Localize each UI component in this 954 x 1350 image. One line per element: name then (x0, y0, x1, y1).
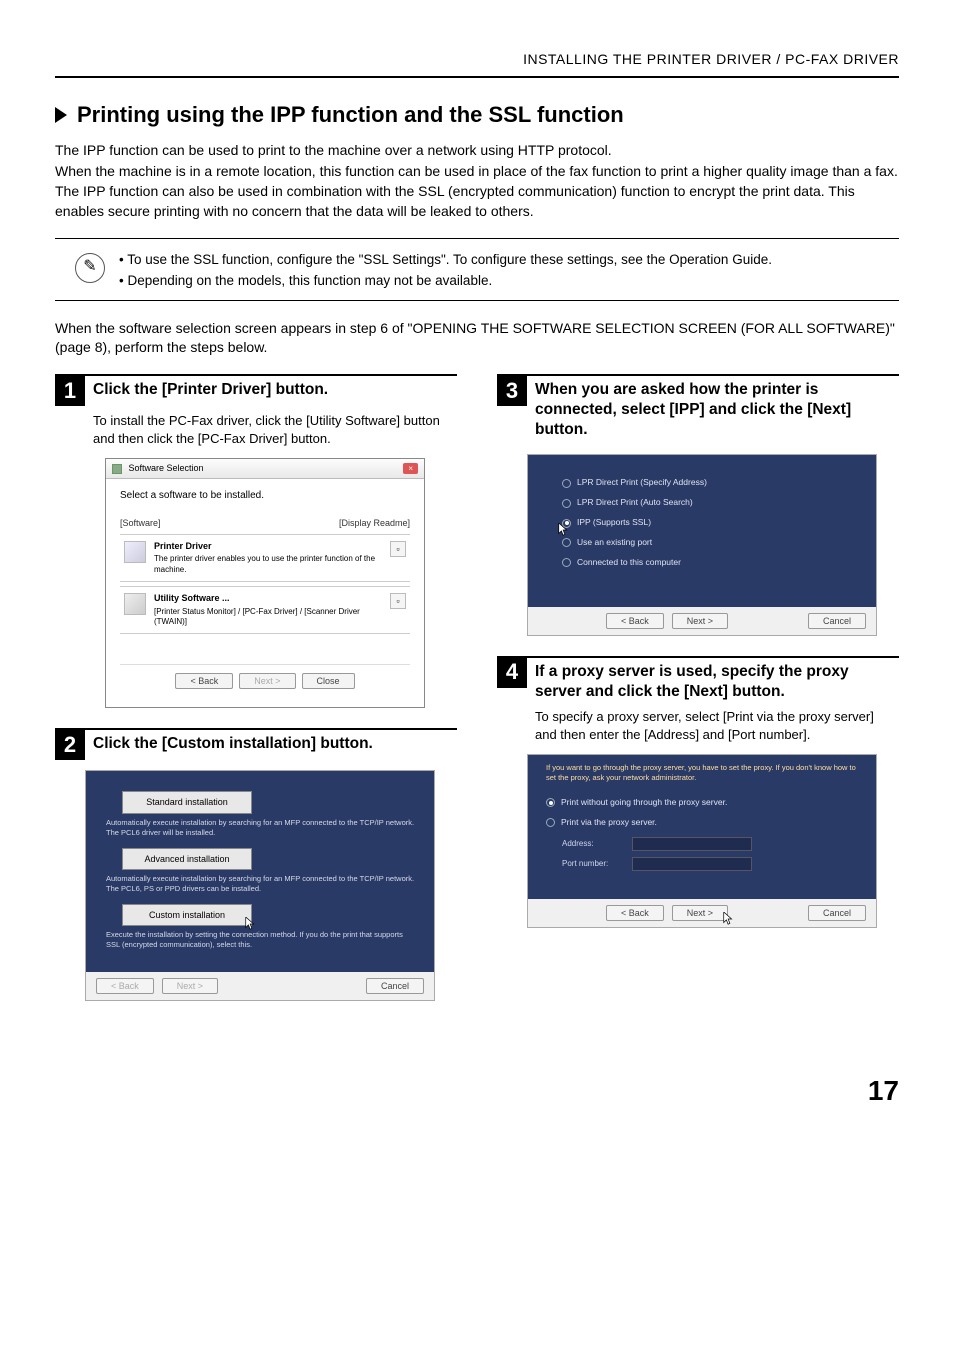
note-box: ✎ • To use the SSL function, configure t… (55, 238, 899, 301)
installation-type-panel: Standard installation Automatically exec… (85, 770, 435, 1000)
intro-paragraph: The IPP function can be used to print to… (55, 140, 899, 221)
step-3: 3 When you are asked how the printer is … (497, 374, 899, 636)
standard-installation-button[interactable]: Standard installation (122, 791, 252, 814)
readme-button-2[interactable]: ▫ (390, 593, 406, 609)
next-button[interactable]: Next > (672, 905, 728, 921)
proxy-settings-panel: If you want to go through the proxy serv… (527, 754, 877, 927)
pencil-icon: ✎ (75, 253, 105, 283)
next-button-label: Next > (687, 908, 713, 918)
radio-icon (562, 558, 571, 567)
back-button[interactable]: < Back (606, 905, 664, 921)
advanced-installation-desc: Automatically execute installation by se… (102, 874, 418, 894)
printer-driver-title: Printer Driver (154, 541, 382, 553)
port-label: Port number: (562, 858, 622, 869)
right-column: 3 When you are asked how the printer is … (497, 374, 899, 1021)
page-title-text: Printing using the IPP function and the … (77, 100, 624, 131)
step-number-2: 2 (55, 730, 85, 760)
step-4-title: If a proxy server is used, specify the p… (527, 658, 899, 702)
cancel-button[interactable]: Cancel (366, 978, 424, 994)
radio-icon (562, 499, 571, 508)
step-2-title: Click the [Custom installation] button. (85, 730, 373, 754)
utility-software-desc: [Printer Status Monitor] / [PC-Fax Drive… (154, 607, 360, 626)
utility-software-item[interactable]: Utility Software ... [Printer Status Mon… (120, 586, 410, 634)
printer-driver-icon (124, 541, 146, 563)
option-ipp[interactable]: IPP (Supports SSL) (562, 517, 858, 529)
dialog-title: Software Selection (112, 462, 204, 475)
step-3-title: When you are asked how the printer is co… (527, 376, 899, 440)
next-button[interactable]: Next > (239, 673, 295, 689)
custom-installation-button[interactable]: Custom installation (122, 904, 252, 927)
utility-software-title: Utility Software ... (154, 593, 382, 605)
software-selection-dialog: Software Selection × Select a software t… (105, 458, 425, 708)
note-lines: • To use the SSL function, configure the… (119, 247, 772, 292)
dialog-heading: Select a software to be installed. (120, 489, 410, 503)
step-1-title: Click the [Printer Driver] button. (85, 376, 328, 400)
connection-method-panel: LPR Direct Print (Specify Address) LPR D… (527, 454, 877, 635)
option-via-proxy[interactable]: Print via the proxy server. (546, 817, 862, 829)
step-4-body: To specify a proxy server, select [Print… (497, 702, 899, 744)
radio-icon (546, 818, 555, 827)
step-1-body: To install the PC-Fax driver, click the … (55, 406, 457, 448)
radio-icon (546, 798, 555, 807)
option-ipp-label: IPP (Supports SSL) (577, 517, 651, 529)
dialog-title-text: Software Selection (129, 463, 204, 473)
cursor-icon (558, 523, 570, 537)
option-no-proxy-label: Print without going through the proxy se… (561, 797, 727, 809)
cancel-button[interactable]: Cancel (808, 905, 866, 921)
back-button[interactable]: < Back (175, 673, 233, 689)
next-button[interactable]: Next > (162, 978, 218, 994)
utility-software-icon (124, 593, 146, 615)
address-label: Address: (562, 838, 622, 849)
option-connected-computer-label: Connected to this computer (577, 557, 681, 569)
option-via-proxy-label: Print via the proxy server. (561, 817, 657, 829)
back-button[interactable]: < Back (606, 613, 664, 629)
left-column: 1 Click the [Printer Driver] button. To … (55, 374, 457, 1021)
step-1: 1 Click the [Printer Driver] button. To … (55, 374, 457, 709)
custom-installation-label: Custom installation (149, 910, 225, 920)
radio-icon (562, 538, 571, 547)
option-existing-port-label: Use an existing port (577, 537, 652, 549)
option-connected-computer[interactable]: Connected to this computer (562, 557, 858, 569)
page-title: Printing using the IPP function and the … (55, 100, 899, 131)
app-icon (112, 464, 122, 474)
note-line-1: • To use the SSL function, configure the… (119, 249, 772, 271)
next-button[interactable]: Next > (672, 613, 728, 629)
step-4: 4 If a proxy server is used, specify the… (497, 656, 899, 928)
page-header: INSTALLING THE PRINTER DRIVER / PC-FAX D… (55, 50, 899, 78)
step-number-4: 4 (497, 658, 527, 688)
cursor-icon (723, 912, 735, 926)
option-lpr-auto[interactable]: LPR Direct Print (Auto Search) (562, 497, 858, 509)
option-lpr-specify[interactable]: LPR Direct Print (Specify Address) (562, 477, 858, 489)
page-number: 17 (55, 1071, 899, 1110)
option-no-proxy[interactable]: Print without going through the proxy se… (546, 797, 862, 809)
close-icon[interactable]: × (403, 463, 418, 474)
back-button[interactable]: < Back (96, 978, 154, 994)
advanced-installation-button[interactable]: Advanced installation (122, 848, 252, 871)
col-software-label: [Software] (120, 517, 161, 530)
standard-installation-desc: Automatically execute installation by se… (102, 818, 418, 838)
radio-icon (562, 479, 571, 488)
readme-button-1[interactable]: ▫ (390, 541, 406, 557)
cancel-button[interactable]: Cancel (808, 613, 866, 629)
lead-paragraph: When the software selection screen appea… (55, 319, 899, 358)
option-lpr-specify-label: LPR Direct Print (Specify Address) (577, 477, 707, 489)
close-button[interactable]: Close (302, 673, 355, 689)
col-readme-label: [Display Readme] (339, 517, 410, 530)
printer-driver-item[interactable]: Printer Driver The printer driver enable… (120, 534, 410, 582)
custom-installation-desc: Execute the installation by setting the … (102, 930, 418, 950)
step-number-1: 1 (55, 376, 85, 406)
cursor-icon (245, 917, 257, 931)
port-input[interactable] (632, 857, 752, 871)
address-input[interactable] (632, 837, 752, 851)
printer-driver-desc: The printer driver enables you to use th… (154, 554, 375, 573)
step-number-3: 3 (497, 376, 527, 406)
step-2: 2 Click the [Custom installation] button… (55, 728, 457, 1000)
option-existing-port[interactable]: Use an existing port (562, 537, 858, 549)
arrow-right-icon (55, 107, 67, 123)
option-lpr-auto-label: LPR Direct Print (Auto Search) (577, 497, 693, 509)
proxy-help-text: If you want to go through the proxy serv… (546, 763, 862, 783)
note-line-2: • Depending on the models, this function… (119, 270, 772, 292)
